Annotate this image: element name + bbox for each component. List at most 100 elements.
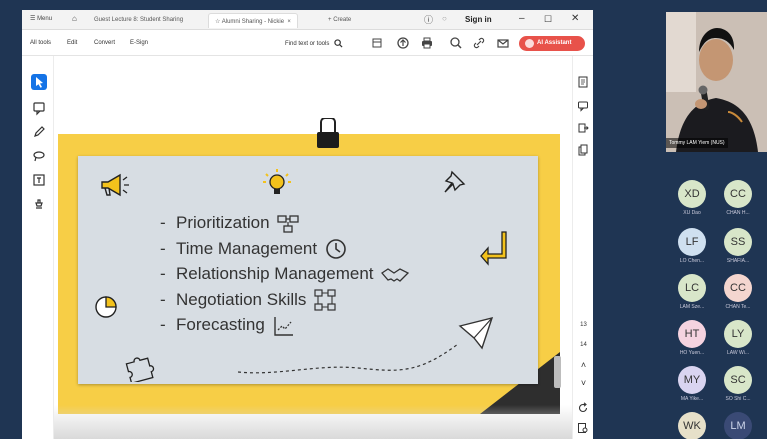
participant-tile[interactable]: LC LAM Sze... (672, 274, 712, 322)
menu-esign[interactable]: E-Sign (130, 40, 148, 46)
participant-tile[interactable]: SS SHAFIA... (718, 228, 758, 276)
tab-label: Create (333, 17, 352, 23)
rotate-icon[interactable] (577, 402, 589, 414)
bullet-dash: - (160, 238, 166, 258)
search-icon (334, 39, 343, 48)
participant-name: SHAFIA... (726, 258, 750, 264)
print-icon[interactable] (420, 36, 434, 50)
title-bar: ☰ Menu ⌂ Guest Lecture 8: Student Sharin… (22, 10, 593, 30)
menu-label: Menu (37, 16, 53, 22)
close-window-icon[interactable]: ✕ (571, 13, 579, 24)
participant-avatar: LM (724, 412, 752, 439)
bullet-text: Time Management (176, 238, 318, 258)
participant-tile[interactable]: CC CHAN Te... (718, 274, 758, 322)
help-icon[interactable]: ⓘ (424, 13, 433, 26)
find-tools-button[interactable]: Find text or tools (285, 39, 343, 48)
participant-tile[interactable]: MY MA Yike... (672, 366, 712, 414)
home-icon[interactable]: ⌂ (72, 14, 77, 23)
participant-tile[interactable]: LF LO Chen... (672, 228, 712, 276)
participant-avatar: SC (724, 366, 752, 394)
upload-icon[interactable] (396, 36, 410, 50)
participant-name: MA Yike... (680, 396, 704, 402)
pages-icon[interactable] (577, 144, 589, 156)
lightbulb-icon (263, 169, 291, 194)
menu-edit[interactable]: Edit (67, 40, 77, 46)
participant-name: LAW Wi... (726, 350, 750, 356)
participant-avatar: LF (678, 228, 706, 256)
lasso-icon[interactable] (31, 148, 47, 164)
participant-tile[interactable]: CC CHAN H... (718, 180, 758, 228)
right-tool-rail: 13 14 ˄ ˅ (572, 56, 593, 439)
participant-avatar: LC (678, 274, 706, 302)
bullet-forecasting: - Forecasting (160, 312, 410, 338)
participant-tile[interactable]: HT HO Yuen... (672, 320, 712, 368)
speaker-video-icon (666, 12, 767, 152)
page-layout-icon[interactable] (370, 36, 384, 50)
text-box-icon[interactable] (31, 172, 47, 188)
tab-alumni-sharing[interactable]: ☆ Alumni Sharing - Nickie × (208, 13, 298, 28)
export-icon[interactable] (577, 122, 589, 134)
page-up-icon[interactable]: ˄ (575, 360, 592, 370)
maximize-icon[interactable]: ☐ (544, 14, 552, 25)
speaker-video-tile[interactable]: Tommy LAM Yiem (NUS) (666, 12, 767, 152)
plus-icon: + (328, 17, 332, 23)
participant-name: CHAN Te... (725, 304, 751, 310)
comments-panel-icon[interactable] (577, 100, 589, 112)
comment-icon[interactable] (31, 100, 47, 116)
megaphone-icon (101, 173, 129, 197)
participant-avatar: XD (678, 180, 706, 208)
tab-guest-lecture[interactable]: Guest Lecture 8: Student Sharing (88, 13, 189, 28)
mail-icon[interactable] (496, 36, 510, 50)
ai-assistant-label: AI Assistant (537, 40, 572, 46)
bullet-prioritization: - Prioritization (160, 210, 410, 236)
pie-chart-icon (95, 296, 117, 318)
handshake-icon (381, 267, 410, 282)
participant-tile[interactable]: WK (672, 412, 712, 439)
sign-in-button[interactable]: Sign in (465, 15, 492, 24)
notification-icon[interactable]: ○ (442, 14, 447, 23)
document-properties-icon[interactable] (577, 76, 589, 88)
participant-tile[interactable]: XD XU Dao (672, 180, 712, 228)
participant-tile[interactable]: LM (718, 412, 758, 439)
page-bottom-shadow (54, 405, 572, 439)
participant-avatar: CC (724, 274, 752, 302)
bullet-dash: - (160, 213, 166, 232)
participant-tile[interactable]: LY LAW Wi... (718, 320, 758, 368)
speaker-name-label: Tommy LAM Yiem (NUS) (666, 138, 728, 148)
find-label: Find text or tools (285, 41, 330, 48)
total-pages: 14 (580, 342, 587, 348)
participant-name: CHAN H... (726, 210, 750, 216)
participant-avatar: HT (678, 320, 706, 348)
menu-all-tools[interactable]: All tools (30, 40, 51, 46)
participant-avatar: SS (724, 228, 752, 256)
bullet-negotiation-skills: - Negotiation Skills (160, 287, 410, 313)
select-cursor-icon[interactable] (31, 74, 47, 90)
close-tab-icon[interactable]: × (286, 19, 291, 25)
minimize-icon[interactable]: – (519, 13, 525, 24)
ai-assistant-button[interactable]: AI Assistant (519, 36, 585, 51)
ai-assistant-icon (525, 39, 534, 48)
vertical-scrollbar[interactable] (554, 356, 561, 388)
pen-icon[interactable] (31, 124, 47, 140)
pdf-viewer-window: ☰ Menu ⌂ Guest Lecture 8: Student Sharin… (22, 10, 593, 439)
clock-icon (326, 239, 346, 259)
participant-name: XU Dao (683, 210, 701, 216)
forecast-chart-icon (273, 316, 293, 336)
stamp-icon[interactable] (31, 196, 47, 212)
main-toolbar: All tools Edit Convert E-Sign Find text … (22, 30, 593, 56)
flowchart-icon (277, 214, 299, 233)
slide-page: - Prioritization - Time Management - Relati… (58, 134, 560, 414)
star-icon: ☆ (215, 19, 221, 25)
current-page[interactable]: 13 (575, 322, 592, 328)
participant-tile[interactable]: SC SO Shi C... (718, 366, 758, 414)
menu-convert[interactable]: Convert (94, 40, 115, 46)
search-document-icon[interactable] (449, 36, 463, 50)
document-canvas[interactable]: - Prioritization - Time Management - Relati… (54, 56, 572, 439)
menu-button[interactable]: ☰ Menu (30, 15, 52, 22)
page-down-icon[interactable]: ˅ (575, 378, 592, 388)
tab-create[interactable]: + Create (322, 13, 357, 28)
zoom-icon[interactable] (577, 422, 589, 434)
bullet-dash: - (160, 289, 166, 309)
link-icon[interactable] (472, 36, 486, 50)
network-icon (314, 289, 336, 311)
